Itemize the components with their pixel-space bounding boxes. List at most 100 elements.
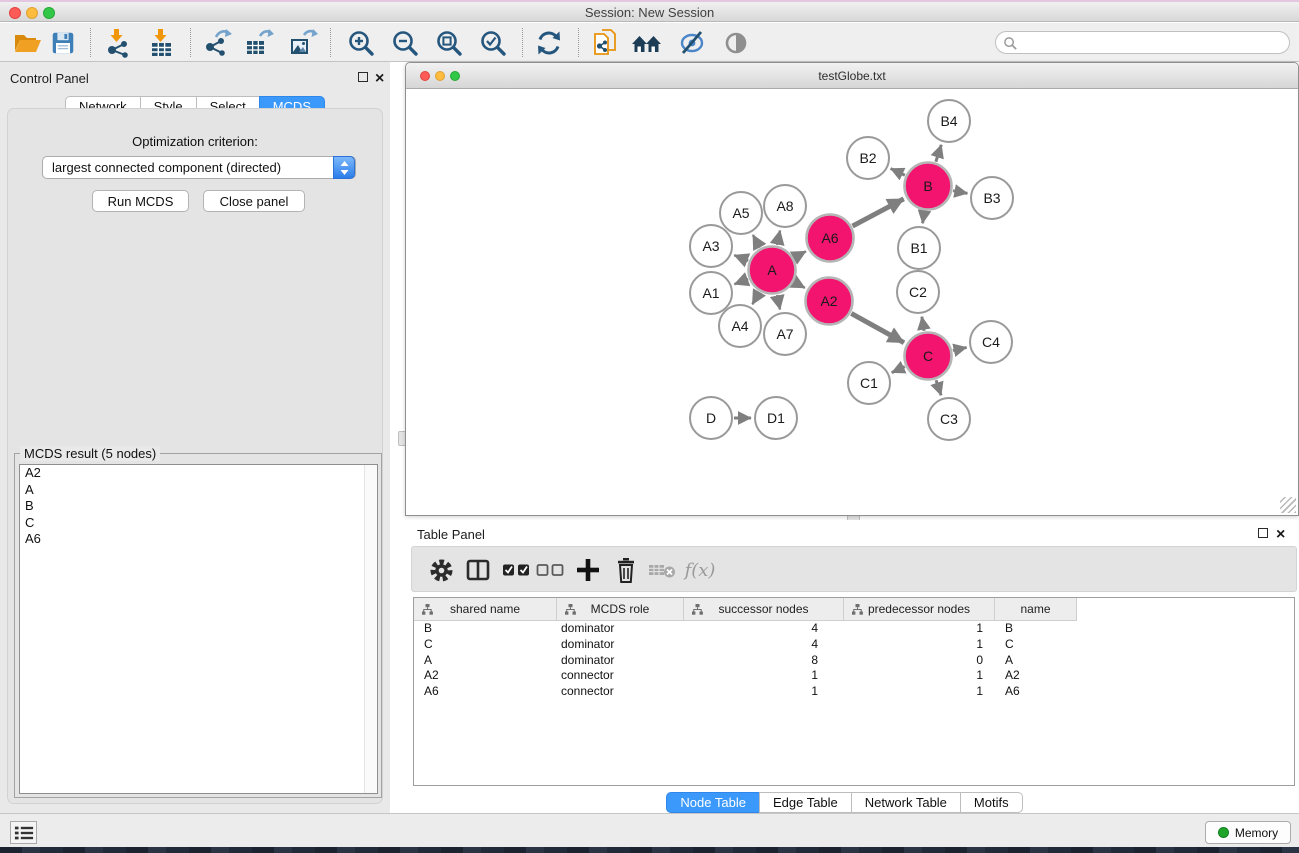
import-table-icon[interactable] [144,26,178,59]
table-cell: connector [557,668,684,684]
graph-node-B[interactable]: B [905,163,952,210]
show-graphics-details-icon[interactable] [719,26,753,59]
graph-edge-A-A5[interactable] [753,235,760,248]
column-header-name[interactable]: name [995,598,1077,621]
graph-edge-B-B4[interactable] [936,145,941,162]
graph-edge-C-C4[interactable] [953,347,967,350]
graph-node-A1[interactable]: A1 [690,272,732,314]
window-resize-grip[interactable] [1280,497,1296,513]
graph-node-B3[interactable]: B3 [971,177,1013,219]
graph-edge-A-A1[interactable] [734,279,748,284]
close-panel-button[interactable]: Close panel [203,190,305,212]
mcds-result-item[interactable]: A [20,482,377,499]
save-session-icon[interactable] [46,26,80,59]
refresh-icon[interactable] [532,26,566,59]
mcds-result-item[interactable]: A6 [20,531,377,548]
graph-edge-A-A6[interactable] [794,251,806,257]
tab-node-table[interactable]: Node Table [666,792,760,813]
home-view-icon[interactable] [631,26,665,59]
graph-node-A3[interactable]: A3 [690,225,732,267]
table-row[interactable]: A2connector11A2 [414,668,1294,684]
graph-edge-B-B3[interactable] [953,191,967,194]
graph-node-D[interactable]: D [690,397,732,439]
export-table-icon[interactable] [242,26,276,59]
graph-node-A5[interactable]: A5 [720,192,762,234]
column-header-successor-nodes[interactable]: successor nodes [684,598,844,621]
float-panel-icon[interactable] [358,72,368,82]
graph-node-A6[interactable]: A6 [807,215,854,262]
select-all-icon[interactable] [500,555,532,585]
column-header-predecessor-nodes[interactable]: predecessor nodes [844,598,995,621]
open-session-icon[interactable] [10,26,44,59]
graph-edge-A2-C[interactable] [851,313,904,342]
search-input[interactable] [1020,34,1282,51]
table-row[interactable]: Bdominator41B [414,621,1294,637]
zoom-selected-icon[interactable] [476,26,510,59]
graph-edge-A6-B[interactable] [853,199,904,226]
toolbar-separator [190,28,191,57]
graph-node-A8[interactable]: A8 [764,185,806,227]
zoom-fit-icon[interactable] [432,26,466,59]
delete-column-trash-icon[interactable] [610,555,642,585]
mcds-result-item[interactable]: B [20,498,377,515]
graph-edge-B-B1[interactable] [923,211,925,223]
graph-edge-C-C2[interactable] [922,317,924,331]
table-row[interactable]: Adominator80A [414,653,1294,669]
graph-edge-A-A8[interactable] [777,230,780,245]
delete-table-icon[interactable] [646,555,678,585]
graph-edge-A-A2[interactable] [794,282,804,288]
tab-network-table[interactable]: Network Table [851,792,961,813]
graph-node-C[interactable]: C [905,333,952,380]
add-column-plus-icon[interactable] [572,555,604,585]
graph-edge-C-C3[interactable] [936,380,941,395]
clone-network-icon[interactable] [589,26,623,59]
column-header-shared-name[interactable]: shared name [414,598,557,621]
scrollbar[interactable] [364,465,377,793]
table-close-panel-icon[interactable]: × [1276,530,1285,540]
function-builder-icon[interactable]: f(x) [684,555,716,585]
graph-node-A4[interactable]: A4 [719,305,761,347]
graph-node-B1[interactable]: B1 [898,227,940,269]
graph-node-C2[interactable]: C2 [897,271,939,313]
graph-node-C3[interactable]: C3 [928,398,970,440]
mcds-result-item[interactable]: A2 [20,465,377,482]
table-float-panel-icon[interactable] [1258,528,1268,538]
graph-edge-C-C1[interactable] [892,367,905,373]
run-mcds-button[interactable]: Run MCDS [92,190,189,212]
network-canvas[interactable]: B4 B2 B B3 A8A5 A6 A3 B1 A C2 A1 A2 A4A7 C4 C C1 C3 D D1 [407,90,1298,515]
tab-motifs[interactable]: Motifs [960,792,1023,813]
criterion-dropdown[interactable]: largest connected component (directed) [42,156,356,179]
table-row[interactable]: A6connector11A6 [414,684,1294,700]
memory-button[interactable]: Memory [1205,821,1291,844]
hide-graphics-details-icon[interactable] [675,26,709,59]
table-row[interactable]: Cdominator41C [414,637,1294,653]
graph-node-C4[interactable]: C4 [970,321,1012,363]
mcds-result-item[interactable]: C [20,515,377,532]
tab-edge-table[interactable]: Edge Table [759,792,852,813]
table-settings-gear-icon[interactable] [425,555,457,585]
graph-node-B4[interactable]: B4 [928,100,970,142]
graph-edge-A-A4[interactable] [752,292,759,304]
column-header-MCDS-role[interactable]: MCDS role [557,598,684,621]
task-history-button[interactable] [10,821,37,844]
export-image-icon[interactable] [286,26,320,59]
close-panel-icon[interactable]: × [375,74,384,84]
deselect-all-icon[interactable] [534,555,566,585]
zoom-in-icon[interactable] [344,26,378,59]
graph-node-A[interactable]: A [749,247,796,294]
graph-edge-B-B2[interactable] [891,169,905,176]
zoom-out-icon[interactable] [388,26,422,59]
graph-edge-A-A7[interactable] [777,295,780,310]
column-visibility-icon[interactable] [462,555,494,585]
import-network-icon[interactable] [100,26,134,59]
graph-node-C1[interactable]: C1 [848,362,890,404]
graph-node-B2[interactable]: B2 [847,137,889,179]
network-window-titlebar[interactable]: testGlobe.txt [406,63,1298,89]
mcds-result-title: MCDS result (5 nodes) [20,446,160,461]
graph-node-D1[interactable]: D1 [755,397,797,439]
graph-node-A7[interactable]: A7 [764,313,806,355]
mcds-result-list[interactable]: A2ABCA6 [19,464,378,794]
graph-node-A2[interactable]: A2 [806,278,853,325]
graph-edge-A-A3[interactable] [734,255,748,261]
export-network-icon[interactable] [200,26,234,59]
